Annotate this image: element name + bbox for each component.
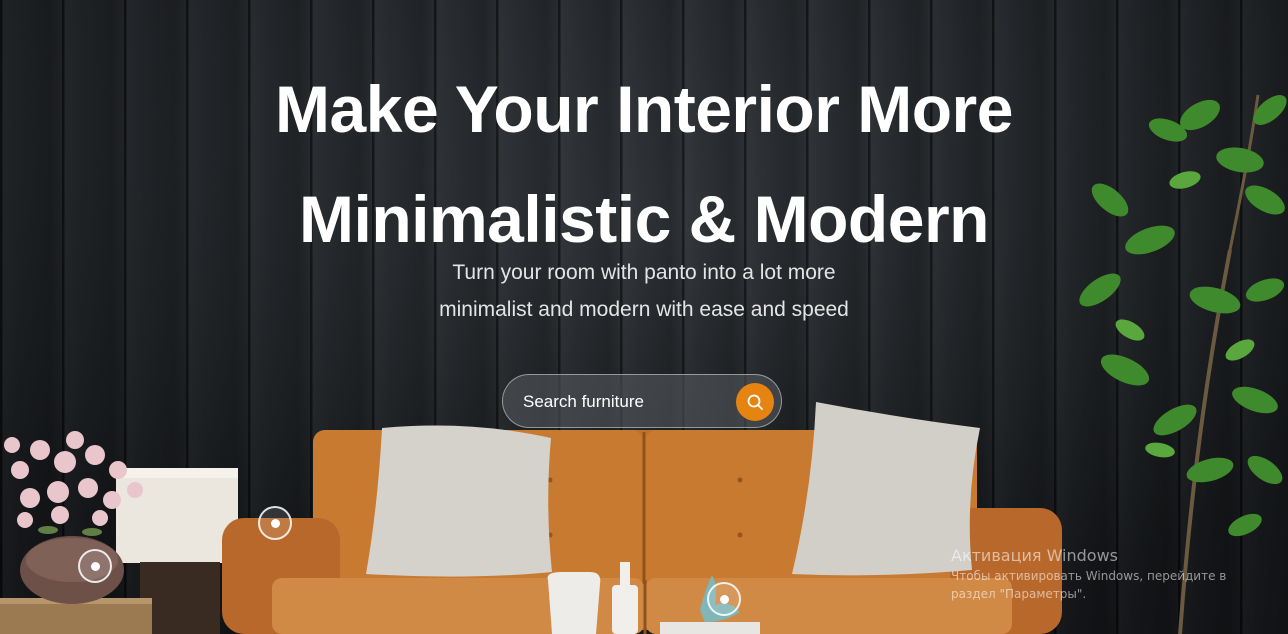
- windows-activation-watermark: Активация Windows Чтобы активировать Win…: [951, 545, 1271, 603]
- hotspot-flower-pot[interactable]: [78, 549, 112, 583]
- hero-subtitle: Turn your room with panto into a lot mor…: [0, 254, 1288, 328]
- windows-activation-title: Активация Windows: [951, 546, 1118, 565]
- search-button[interactable]: [736, 383, 774, 421]
- windows-activation-text: Чтобы активировать Windows, перейдите в …: [951, 569, 1227, 601]
- hero-section: Make Your Interior More Minimalistic & M…: [0, 0, 1288, 634]
- hotspot-vase[interactable]: [707, 582, 741, 616]
- subtitle-line-1: Turn your room with panto into a lot mor…: [452, 261, 836, 284]
- headline-line-1: Make Your Interior More: [275, 72, 1013, 146]
- hero-headline: Make Your Interior More Minimalistic & M…: [0, 54, 1288, 274]
- search-icon: [747, 394, 763, 410]
- search-bar: [502, 374, 782, 428]
- hotspot-lamp[interactable]: [258, 506, 292, 540]
- subtitle-line-2: minimalist and modern with ease and spee…: [439, 298, 849, 321]
- search-input[interactable]: [523, 387, 723, 417]
